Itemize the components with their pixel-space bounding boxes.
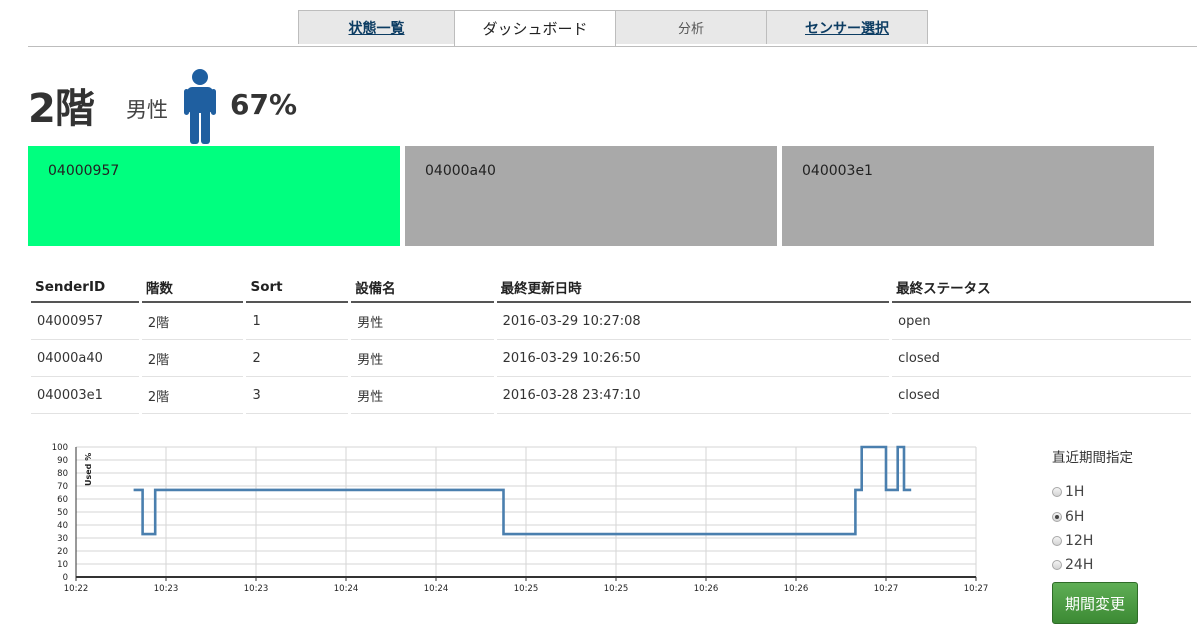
period-option-24h[interactable]: 24H — [1052, 557, 1093, 573]
y-tick-label: 70 — [57, 482, 68, 492]
period-title: 直近期間指定 — [1052, 450, 1133, 466]
cell-last-status: closed — [892, 377, 1191, 414]
radio-button[interactable] — [1052, 512, 1062, 522]
male-person-icon — [184, 69, 216, 144]
cell-sender-id: 040003e1 — [31, 377, 139, 414]
tab-label: 分析 — [677, 22, 704, 37]
column-header-floor[interactable]: 階数 — [141, 272, 244, 303]
sensor-tile-id: 04000a40 — [425, 163, 496, 179]
cell-floor: 2階 — [141, 303, 244, 340]
cell-sort: 3 — [246, 377, 349, 414]
column-header-sort[interactable]: Sort — [246, 272, 349, 303]
cell-sender-id: 04000957 — [31, 303, 139, 340]
y-tick-label: 50 — [57, 508, 68, 518]
tab-dashboard[interactable]: ダッシュボード — [454, 10, 616, 46]
x-tick-label: 10:25 — [514, 584, 539, 594]
table-row: 040003e1 2階 3 男性 2016-03-28 23:47:10 clo… — [31, 377, 1191, 414]
cell-last-updated: 2016-03-29 10:26:50 — [496, 340, 890, 377]
tab-analysis[interactable]: 分析 — [615, 10, 767, 44]
y-tick-label: 10 — [57, 560, 68, 570]
sensor-tile-id: 040003e1 — [802, 163, 873, 179]
y-tick-label: 60 — [57, 495, 68, 505]
cell-equipment: 男性 — [351, 340, 494, 377]
y-tick-label: 90 — [57, 456, 68, 466]
sensor-table: SenderID 階数 Sort 設備名 最終更新日時 最終ステータス 0400… — [28, 272, 1194, 414]
tab-bar: 状態一覧 ダッシュボード 分析 センサー選択 — [28, 10, 1197, 47]
cell-last-status: closed — [892, 340, 1191, 377]
table-header-row: SenderID 階数 Sort 設備名 最終更新日時 最終ステータス — [31, 272, 1191, 303]
cell-floor: 2階 — [141, 377, 244, 414]
usage-line-chart: 0 10 20 30 40 50 60 70 80 90 100 10:22 10:23 10:23 10:… — [52, 443, 989, 594]
x-tick-label: 10:27 — [874, 584, 899, 594]
table-row: 04000957 2階 1 男性 2016-03-29 10:27:08 ope… — [31, 303, 1191, 340]
tab-label: センサー選択 — [805, 20, 889, 37]
cell-last-updated: 2016-03-29 10:27:08 — [496, 303, 890, 340]
column-header-sender-id[interactable]: SenderID — [31, 272, 139, 303]
cell-floor: 2階 — [141, 340, 244, 377]
period-option-6h[interactable]: 6H — [1052, 509, 1084, 525]
x-tick-label: 10:22 — [64, 584, 89, 594]
usage-percent: 67% — [230, 88, 298, 121]
period-option-label: 12H — [1065, 533, 1094, 549]
tab-status-list[interactable]: 状態一覧 — [298, 10, 455, 44]
y-tick-label: 100 — [52, 443, 68, 453]
cell-sort: 2 — [246, 340, 349, 377]
sensor-tile-id: 04000957 — [48, 163, 120, 179]
column-header-equipment[interactable]: 設備名 — [351, 272, 494, 303]
period-option-label: 24H — [1065, 557, 1094, 573]
cell-equipment: 男性 — [351, 303, 494, 340]
x-tick-label: 10:23 — [154, 584, 179, 594]
sensor-tile[interactable]: 04000957 — [28, 146, 400, 246]
sensor-tile[interactable]: 040003e1 — [782, 146, 1154, 246]
y-tick-label: 30 — [57, 534, 68, 544]
x-tick-label: 10:24 — [334, 584, 359, 594]
period-option-label: 6H — [1065, 509, 1085, 525]
cell-last-updated: 2016-03-28 23:47:10 — [496, 377, 890, 414]
y-axis-label: Used % — [84, 453, 93, 486]
radio-button[interactable] — [1052, 560, 1062, 570]
y-tick-label: 20 — [57, 547, 68, 557]
column-header-last-updated[interactable]: 最終更新日時 — [496, 272, 890, 303]
x-tick-label: 10:24 — [424, 584, 449, 594]
change-period-button[interactable]: 期間変更 — [1052, 582, 1138, 624]
period-option-label: 1H — [1065, 484, 1085, 500]
x-tick-label: 10:26 — [694, 584, 719, 594]
table-row: 04000a40 2階 2 男性 2016-03-29 10:26:50 clo… — [31, 340, 1191, 377]
sensor-tile[interactable]: 04000a40 — [405, 146, 777, 246]
tab-label: ダッシュボード — [482, 20, 588, 38]
y-tick-label: 0 — [63, 573, 68, 583]
x-tick-label: 10:25 — [604, 584, 629, 594]
period-option-1h[interactable]: 1H — [1052, 484, 1084, 500]
tab-sensor-select[interactable]: センサー選択 — [766, 10, 928, 44]
tab-label: 状態一覧 — [348, 20, 405, 37]
radio-button[interactable] — [1052, 487, 1062, 497]
y-tick-label: 40 — [57, 521, 68, 531]
y-tick-label: 80 — [57, 469, 68, 479]
cell-last-status: open — [892, 303, 1191, 340]
gender-label: 男性 — [126, 98, 168, 122]
x-tick-label: 10:27 — [964, 584, 989, 594]
cell-sender-id: 04000a40 — [31, 340, 139, 377]
cell-equipment: 男性 — [351, 377, 494, 414]
period-option-12h[interactable]: 12H — [1052, 533, 1093, 549]
cell-sort: 1 — [246, 303, 349, 340]
x-tick-label: 10:26 — [784, 584, 809, 594]
column-header-last-status[interactable]: 最終ステータス — [892, 272, 1191, 303]
period-selector: 直近期間指定 1H 6H 12H 24H 期間変更 — [1052, 446, 1192, 624]
x-tick-label: 10:23 — [244, 584, 269, 594]
radio-button[interactable] — [1052, 536, 1062, 546]
floor-title: 2階 — [28, 86, 95, 132]
